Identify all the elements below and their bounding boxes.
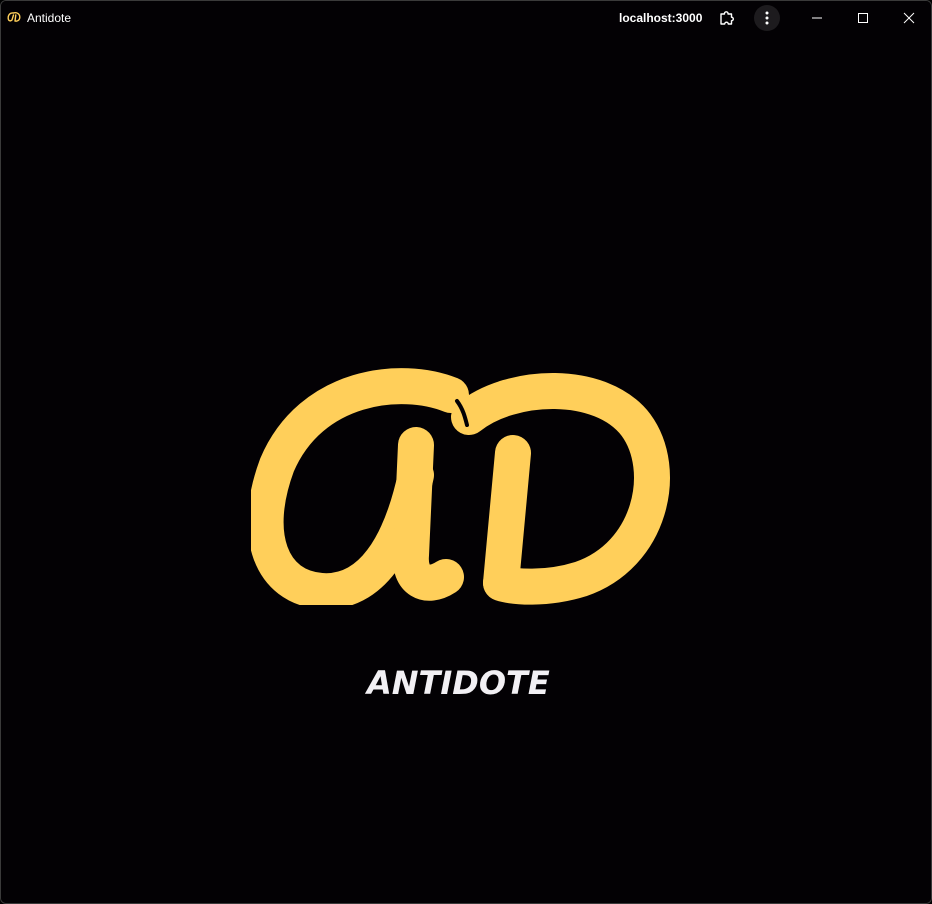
brand-name: ANTIDOTE [367,664,550,702]
maximize-button[interactable] [840,1,886,35]
puzzle-icon [720,11,734,25]
browser-window: Antidote localhost:3000 ANTIDOTE [0,0,932,904]
window-title: Antidote [27,11,72,25]
antidote-logo-icon [7,12,21,22]
more-vertical-icon [765,11,769,25]
close-button[interactable] [886,1,931,35]
minimize-icon [812,17,822,19]
more-menu-button[interactable] [754,5,780,31]
url-label[interactable]: localhost:3000 [619,11,702,25]
title-bar[interactable]: Antidote localhost:3000 [1,1,931,35]
antidote-ad-logo [251,368,670,605]
minimize-button[interactable] [794,1,840,35]
extensions-button[interactable] [714,5,740,31]
maximize-icon [858,13,868,23]
close-icon [903,12,915,24]
page-content: ANTIDOTE [1,35,931,903]
